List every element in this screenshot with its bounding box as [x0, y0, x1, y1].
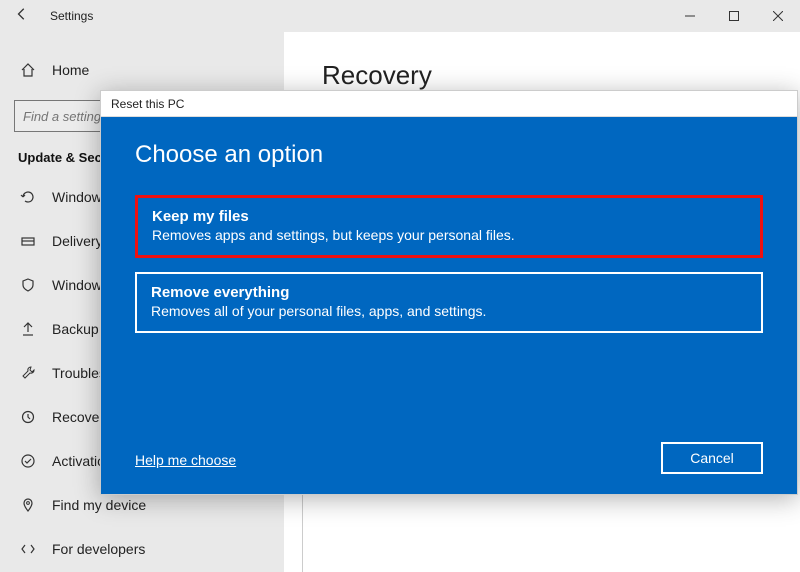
help-link[interactable]: Help me choose — [135, 452, 236, 468]
wrench-icon — [20, 365, 36, 381]
option-desc: Removes apps and settings, but keeps you… — [152, 227, 746, 243]
dialog-heading: Choose an option — [135, 141, 763, 169]
close-button[interactable] — [756, 0, 800, 32]
sidebar-item-label: Backup — [52, 321, 99, 337]
maximize-button[interactable] — [712, 0, 756, 32]
minimize-button[interactable] — [668, 0, 712, 32]
cancel-button[interactable]: Cancel — [661, 442, 763, 474]
developers-icon — [20, 541, 36, 557]
back-button[interactable] — [0, 7, 44, 25]
home-label: Home — [52, 62, 89, 78]
option-remove-everything[interactable]: Remove everything Removes all of your pe… — [135, 272, 763, 333]
window-title: Settings — [44, 9, 93, 23]
delivery-icon — [20, 233, 36, 249]
dialog-title: Reset this PC — [101, 91, 797, 117]
option-keep-my-files[interactable]: Keep my files Removes apps and settings,… — [135, 195, 763, 258]
check-circle-icon — [20, 453, 36, 469]
titlebar: Settings — [0, 0, 800, 32]
reset-pc-dialog: Reset this PC Choose an option Keep my f… — [100, 90, 798, 495]
sidebar-item-for-developers[interactable]: For developers — [0, 527, 284, 571]
option-title: Keep my files — [152, 208, 746, 225]
backup-icon — [20, 321, 36, 337]
recovery-icon — [20, 409, 36, 425]
sidebar-item-label: For developers — [52, 541, 145, 557]
option-title: Remove everything — [151, 284, 747, 301]
divider — [302, 495, 303, 572]
sidebar-item-label: Find my device — [52, 497, 146, 513]
home-icon — [20, 62, 36, 78]
sidebar-item-home[interactable]: Home — [0, 50, 284, 90]
page-title: Recovery — [322, 60, 800, 91]
shield-icon — [20, 277, 36, 293]
refresh-icon — [20, 189, 36, 205]
option-desc: Removes all of your personal files, apps… — [151, 303, 747, 319]
location-icon — [20, 497, 36, 513]
